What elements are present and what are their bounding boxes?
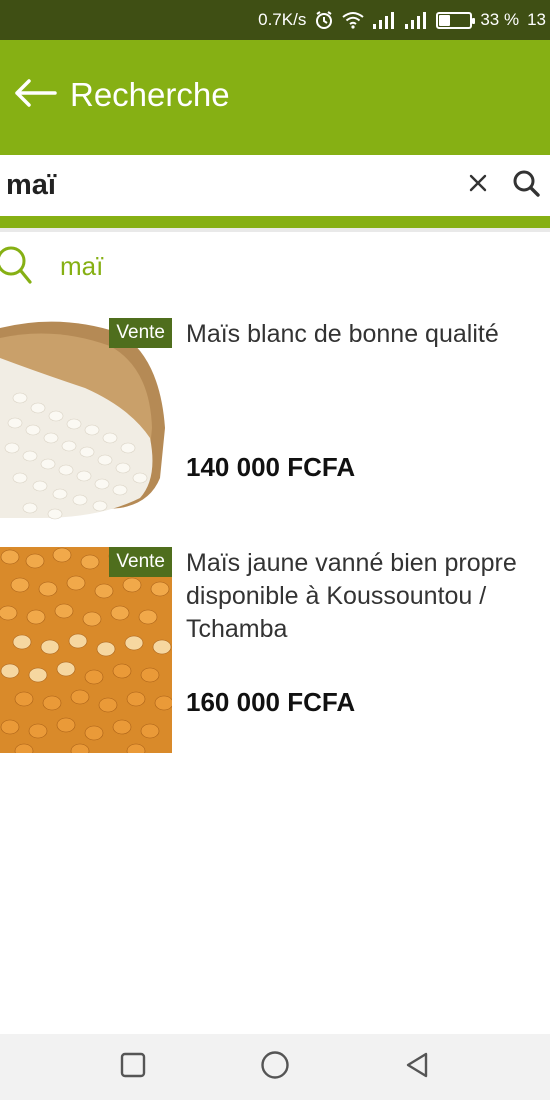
signal-icon — [372, 11, 396, 29]
listing-image-white-maize: Vente — [0, 318, 172, 524]
battery-icon — [436, 11, 476, 29]
search-input[interactable] — [0, 155, 454, 216]
home-button[interactable] — [245, 1034, 305, 1100]
battery-percent: 33 % — [480, 10, 520, 29]
wifi-icon — [342, 11, 364, 29]
listing-price: 140 000 FCFA — [186, 452, 356, 482]
page-title: Recherche — [70, 76, 230, 113]
listing-title: Maïs jaune vanné bien propre disponible … — [186, 549, 517, 643]
search-suggestion[interactable]: maï — [0, 236, 550, 296]
back-nav-button[interactable] — [387, 1034, 447, 1100]
suggestion-text: maï — [60, 250, 104, 281]
triangle-back-icon — [404, 1051, 430, 1084]
alarm-icon — [314, 10, 334, 30]
network-speed: 0.7K/s — [258, 10, 307, 29]
arrow-left-icon — [13, 78, 57, 113]
listing-title: Maïs blanc de bonne qualité — [186, 320, 499, 348]
search-container — [0, 150, 550, 232]
search-box — [0, 155, 550, 216]
clock: 13 — [527, 10, 546, 29]
search-icon — [0, 244, 60, 288]
signal-icon-2 — [404, 11, 428, 29]
status-bar: 0.7K/s 33 % 13 — [0, 0, 550, 40]
recents-button[interactable] — [103, 1034, 163, 1100]
listing-image-yellow-maize: Vente — [0, 547, 172, 753]
search-icon — [512, 169, 540, 202]
circle-icon — [260, 1050, 290, 1085]
clear-button[interactable] — [454, 155, 502, 216]
system-nav-bar — [0, 1034, 550, 1100]
listing-badge: Vente — [109, 318, 172, 348]
square-icon — [120, 1052, 146, 1083]
listing-card[interactable]: Vente Maïs jaune vanné bien propre dispo… — [0, 547, 550, 753]
close-icon — [468, 173, 488, 198]
listing-price: 160 000 FCFA — [186, 687, 356, 717]
divider — [0, 228, 550, 232]
app-bar: Recherche — [0, 40, 550, 150]
listing-card[interactable]: Vente Maïs blanc de bonne qualité 140 00… — [0, 318, 550, 524]
search-button[interactable] — [502, 155, 550, 216]
back-button[interactable] — [0, 40, 70, 150]
listing-badge: Vente — [109, 547, 172, 577]
